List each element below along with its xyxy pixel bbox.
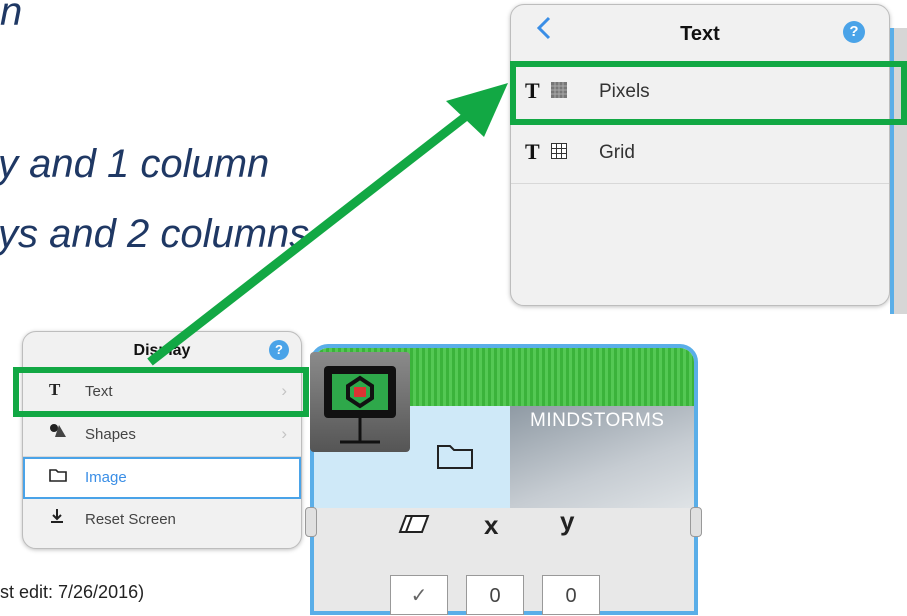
display-brick-icon — [310, 352, 410, 452]
slide-title-fragment: n — [0, 0, 23, 34]
mindstorms-label: MINDSTORMS — [530, 410, 665, 431]
text-menu-panel: Text ? T Pixels T Grid — [510, 4, 890, 306]
block-left-connector — [305, 507, 317, 537]
pixels-highlight-box — [510, 61, 907, 125]
display-panel-title: Display — [133, 342, 191, 359]
param-y-label: y — [560, 506, 575, 536]
folder-icon[interactable] — [436, 442, 474, 475]
menu-item-shapes-label: Shapes — [85, 426, 136, 443]
block-right-connector — [690, 507, 702, 537]
chevron-right-icon: › — [281, 424, 287, 443]
menu-item-reset-screen-label: Reset Screen — [85, 511, 176, 528]
text-icon: T — [525, 139, 540, 164]
footnote-last-edit: st edit: 7/26/2016) — [0, 582, 145, 602]
y-value-input[interactable]: 0 — [542, 575, 600, 615]
menu-item-shapes[interactable]: Shapes › — [23, 414, 301, 457]
clear-screen-checkbox[interactable]: ✓ — [390, 575, 448, 615]
param-x-label: x — [484, 510, 499, 540]
menu-item-grid[interactable]: T Grid — [511, 123, 889, 184]
menu-item-image[interactable]: Image — [23, 457, 301, 499]
display-menu-panel: Display ? T Text › Shapes › Image Reset … — [22, 331, 302, 549]
help-icon[interactable]: ? — [843, 21, 865, 43]
help-icon[interactable]: ? — [269, 340, 289, 360]
eraser-icon — [398, 512, 432, 543]
text-highlight-box — [13, 367, 309, 417]
display-panel-header: Display ? — [23, 332, 301, 371]
bullet-text-1: y and 1 column — [0, 142, 270, 186]
folder-icon — [49, 467, 67, 487]
shapes-icon — [49, 423, 67, 444]
grid-icon — [551, 143, 567, 159]
bullet-text-2: ys and 2 columns — [0, 212, 310, 256]
text-panel-header: Text ? — [511, 5, 889, 62]
menu-item-grid-label: Grid — [599, 142, 635, 163]
text-panel-title: Text — [680, 23, 720, 45]
menu-item-reset-screen[interactable]: Reset Screen — [23, 499, 301, 541]
download-icon — [49, 508, 65, 529]
menu-item-image-label: Image — [85, 469, 127, 486]
x-value-input[interactable]: 0 — [466, 575, 524, 615]
